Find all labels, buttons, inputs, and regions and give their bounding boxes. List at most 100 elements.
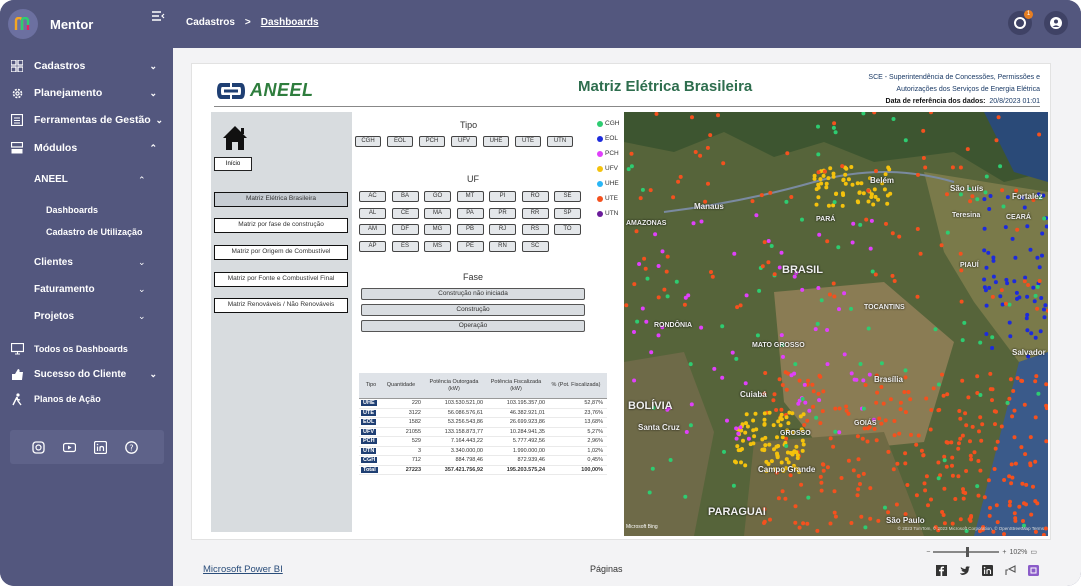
power-plant-dot[interactable] [984, 174, 989, 179]
power-plant-dot[interactable] [1019, 445, 1024, 450]
power-plant-dot[interactable] [783, 496, 788, 501]
power-plant-dot[interactable] [857, 190, 862, 195]
power-plant-dot[interactable] [777, 377, 782, 382]
power-plant-dot[interactable] [734, 436, 739, 441]
power-plant-dot[interactable] [921, 156, 926, 160]
power-plant-dot[interactable] [1043, 526, 1048, 531]
power-plant-dot[interactable] [1033, 499, 1038, 504]
power-plant-dot[interactable] [892, 279, 897, 283]
power-plant-dot[interactable] [995, 439, 1000, 444]
power-plant-dot[interactable] [784, 444, 789, 448]
power-plant-dot[interactable] [1028, 247, 1033, 252]
power-plant-dot[interactable] [665, 254, 670, 259]
power-plant-dot[interactable] [656, 264, 661, 268]
power-plant-dot[interactable] [956, 474, 961, 479]
power-plant-dot[interactable] [1020, 481, 1025, 486]
power-plant-dot[interactable] [891, 467, 896, 472]
power-plant-dot[interactable] [944, 440, 949, 445]
power-plant-dot[interactable] [976, 459, 981, 463]
power-plant-dot[interactable] [966, 395, 971, 400]
power-plant-dot[interactable] [771, 398, 776, 403]
power-plant-dot[interactable] [850, 240, 855, 245]
power-plant-dot[interactable] [975, 197, 980, 202]
power-plant-dot[interactable] [824, 185, 829, 190]
power-plant-dot[interactable] [825, 362, 830, 367]
power-plant-dot[interactable] [1005, 400, 1010, 405]
power-plant-dot[interactable] [986, 478, 991, 483]
power-plant-dot[interactable] [806, 495, 811, 500]
power-plant-dot[interactable] [846, 177, 851, 182]
power-plant-dot[interactable] [968, 453, 973, 458]
power-plant-dot[interactable] [928, 427, 933, 432]
power-plant-dot[interactable] [744, 412, 749, 417]
power-plant-dot[interactable] [705, 145, 710, 150]
power-plant-dot[interactable] [1007, 503, 1012, 508]
power-plant-dot[interactable] [862, 426, 867, 431]
power-plant-dot[interactable] [800, 397, 805, 401]
power-plant-dot[interactable] [629, 164, 634, 169]
power-plant-dot[interactable] [1008, 334, 1013, 339]
power-plant-dot[interactable] [776, 419, 781, 424]
power-plant-dot[interactable] [879, 361, 884, 366]
power-plant-dot[interactable] [1025, 224, 1030, 229]
power-plant-dot[interactable] [854, 377, 859, 382]
power-plant-dot[interactable] [994, 138, 999, 143]
power-plant-dot[interactable] [903, 451, 908, 456]
power-plant-dot[interactable] [836, 245, 841, 250]
power-plant-dot[interactable] [1012, 435, 1017, 440]
power-plant-dot[interactable] [871, 202, 876, 207]
tipo-chip-eol[interactable]: EOL [387, 136, 413, 147]
power-plant-dot[interactable] [963, 411, 968, 416]
table-row[interactable]: EOL 1582 53.256.543,86 26.699.923,86 13,68% [359, 418, 607, 428]
tipo-chip-ute[interactable]: UTE [515, 136, 541, 147]
power-plant-dot[interactable] [965, 147, 970, 152]
power-plant-dot[interactable] [833, 406, 838, 411]
power-plant-dot[interactable] [709, 270, 713, 274]
power-plant-dot[interactable] [735, 444, 740, 449]
power-plant-dot[interactable] [874, 400, 879, 405]
power-plant-dot[interactable] [798, 414, 803, 419]
power-plant-dot[interactable] [815, 528, 820, 533]
power-plant-dot[interactable] [767, 410, 772, 415]
power-plant-dot[interactable] [994, 503, 999, 508]
power-plant-dot[interactable] [961, 496, 966, 501]
power-plant-dot[interactable] [762, 417, 767, 422]
pages-button[interactable]: Páginas [590, 564, 623, 574]
power-plant-dot[interactable] [976, 493, 981, 498]
power-plant-dot[interactable] [996, 115, 1001, 120]
uf-chip-df[interactable]: DF [391, 224, 419, 235]
power-plant-dot[interactable] [964, 469, 969, 473]
power-plant-dot[interactable] [841, 193, 846, 197]
power-plant-dot[interactable] [984, 332, 989, 336]
power-plant-dot[interactable] [936, 460, 941, 465]
power-plant-dot[interactable] [708, 133, 713, 138]
power-plant-dot[interactable] [1004, 277, 1009, 282]
tipo-chip-uhe[interactable]: UHE [483, 136, 509, 147]
power-plant-dot[interactable] [991, 255, 996, 260]
uf-chip-sp[interactable]: SP [554, 207, 581, 219]
power-plant-dot[interactable] [869, 218, 874, 223]
power-plant-dot[interactable] [915, 294, 920, 299]
power-plant-dot[interactable] [921, 128, 926, 133]
power-plant-dot[interactable] [755, 333, 760, 338]
tipo-chip-ufv[interactable]: UFV [451, 136, 477, 147]
power-plant-dot[interactable] [801, 442, 806, 447]
power-plant-dot[interactable] [684, 430, 689, 434]
power-plant-dot[interactable] [688, 423, 693, 428]
uf-chip-sc[interactable]: SC [521, 240, 549, 252]
power-plant-dot[interactable] [1037, 265, 1042, 270]
power-plant-dot[interactable] [817, 373, 822, 378]
power-plant-dot[interactable] [876, 518, 881, 523]
power-plant-dot[interactable] [776, 496, 781, 501]
power-plant-dot[interactable] [915, 227, 920, 231]
power-plant-dot[interactable] [998, 294, 1003, 299]
power-plant-dot[interactable] [1003, 225, 1008, 230]
power-plant-dot[interactable] [883, 505, 887, 510]
power-plant-dot[interactable] [906, 390, 911, 394]
power-plant-dot[interactable] [957, 409, 962, 413]
power-plant-dot[interactable] [990, 398, 994, 403]
power-plant-dot[interactable] [861, 191, 866, 196]
power-plant-dot[interactable] [903, 410, 908, 415]
powerbi-link[interactable]: Microsoft Power BI [203, 564, 283, 575]
power-plant-dot[interactable] [924, 396, 929, 401]
